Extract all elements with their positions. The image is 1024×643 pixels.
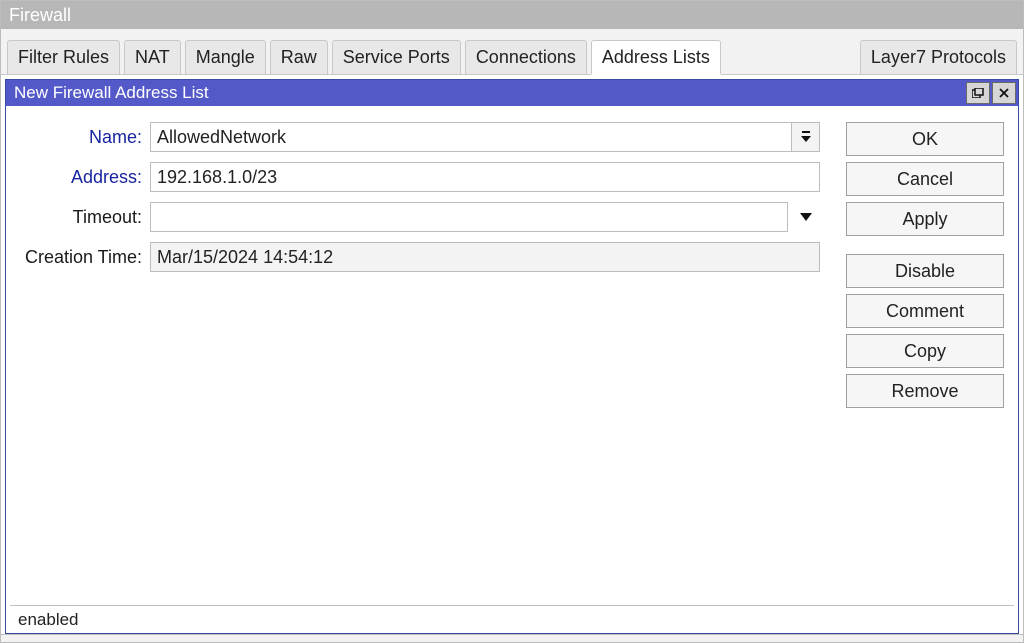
name-input[interactable] xyxy=(150,122,792,152)
remove-button[interactable]: Remove xyxy=(846,374,1004,408)
row-timeout: Timeout: xyxy=(10,202,820,232)
cancel-button[interactable]: Cancel xyxy=(846,162,1004,196)
dialog-body: Name: Ad xyxy=(6,106,1018,605)
dialog-close-button[interactable] xyxy=(992,82,1016,104)
address-input[interactable] xyxy=(150,162,820,192)
row-address: Address: xyxy=(10,162,820,192)
copy-button[interactable]: Copy xyxy=(846,334,1004,368)
status-bar: enabled xyxy=(10,605,1014,633)
dropdown-combo-icon xyxy=(800,130,812,144)
timeout-input[interactable] xyxy=(150,202,788,232)
tab-service-ports[interactable]: Service Ports xyxy=(332,40,461,74)
tab-layer7-protocols[interactable]: Layer7 Protocols xyxy=(860,40,1017,74)
tab-connections[interactable]: Connections xyxy=(465,40,587,74)
window-resize-strip xyxy=(1,634,1023,642)
dialog-title: New Firewall Address List xyxy=(14,83,964,103)
comment-button[interactable]: Comment xyxy=(846,294,1004,328)
tab-nat[interactable]: NAT xyxy=(124,40,181,74)
apply-button[interactable]: Apply xyxy=(846,202,1004,236)
tab-raw[interactable]: Raw xyxy=(270,40,328,74)
row-creation-time: Creation Time: xyxy=(10,242,820,272)
label-timeout: Timeout: xyxy=(10,207,150,228)
disable-button[interactable]: Disable xyxy=(846,254,1004,288)
row-name: Name: xyxy=(10,122,820,152)
close-icon xyxy=(999,88,1009,98)
ok-button[interactable]: OK xyxy=(846,122,1004,156)
dialog-titlebar: New Firewall Address List xyxy=(6,80,1018,106)
window-titlebar: Firewall xyxy=(1,1,1023,29)
button-column: OK Cancel Apply Disable Comment Copy Rem… xyxy=(846,122,1004,605)
tab-row: Filter Rules NAT Mangle Raw Service Port… xyxy=(1,29,1023,75)
label-address: Address: xyxy=(10,167,150,188)
timeout-expand-button[interactable] xyxy=(792,202,820,232)
tab-mangle[interactable]: Mangle xyxy=(185,40,266,74)
label-creation-time: Creation Time: xyxy=(10,247,150,268)
creation-time-field xyxy=(150,242,820,272)
name-dropdown-button[interactable] xyxy=(792,122,820,152)
dialog-restore-button[interactable] xyxy=(966,82,990,104)
new-address-list-dialog: New Firewall Address List xyxy=(5,79,1019,634)
firewall-window: Firewall Filter Rules NAT Mangle Raw Ser… xyxy=(0,0,1024,643)
chevron-down-icon xyxy=(799,212,813,222)
window-title: Firewall xyxy=(9,5,71,25)
status-text: enabled xyxy=(18,610,79,630)
tab-address-lists[interactable]: Address Lists xyxy=(591,40,721,74)
restore-icon xyxy=(972,88,984,98)
tab-filter-rules[interactable]: Filter Rules xyxy=(7,40,120,74)
label-name: Name: xyxy=(10,127,150,148)
form-column: Name: Ad xyxy=(10,122,820,605)
